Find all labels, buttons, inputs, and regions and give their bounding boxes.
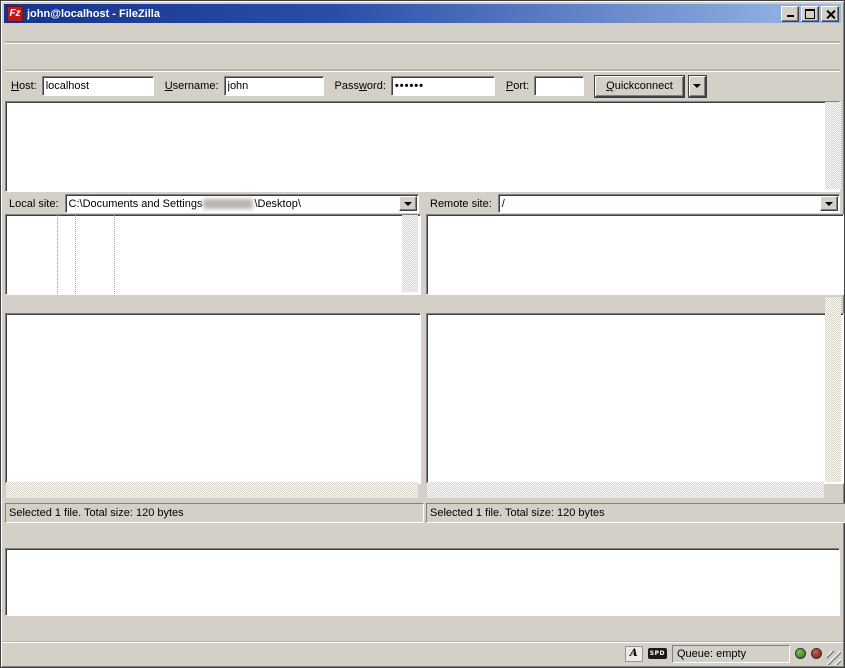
local-file-list-header (5, 296, 419, 313)
remote-selection-status: Selected 1 file. Total size: 120 bytes (430, 507, 605, 519)
remote-path: / (502, 198, 505, 210)
speed-limits-icon[interactable]: SPD (648, 648, 667, 659)
window-controls (781, 6, 839, 22)
transfer-type-ascii-icon[interactable]: A (625, 646, 643, 662)
local-tree-scrollbar[interactable] (402, 215, 418, 292)
remote-file-list (426, 313, 844, 484)
remote-list-hscrollbar[interactable] (427, 482, 824, 498)
local-site-combo-dropdown[interactable] (399, 196, 417, 211)
local-status-bar: Selected 1 file. Total size: 120 bytes (5, 503, 424, 523)
chevron-down-icon (693, 84, 701, 88)
resize-grip[interactable] (827, 651, 841, 665)
tree-guide (57, 215, 58, 294)
username-input[interactable] (224, 76, 324, 96)
quickconnect-bar: Host: Username: Password: Port: Quickcon… (5, 71, 840, 100)
receive-activity-led-icon (811, 648, 822, 659)
transfer-queue-body (5, 548, 840, 616)
toolbar (5, 43, 840, 71)
queue-status-box: Queue: empty (672, 645, 790, 663)
transfer-queue-header (5, 531, 842, 548)
host-label: Host: (11, 80, 37, 92)
quickconnect-dropdown-button[interactable] (689, 76, 706, 97)
titlebar: Fz john@localhost - FileZilla (4, 4, 841, 23)
host-input[interactable] (42, 76, 154, 96)
password-label: Password: (335, 80, 386, 92)
remote-file-list-header (426, 296, 825, 313)
port-label: Port: (506, 80, 529, 92)
log-scrollbar[interactable] (825, 102, 841, 189)
remote-list-scrollbar[interactable] (825, 297, 841, 482)
username-label: Username: (165, 80, 219, 92)
remote-site-row: Remote site: / (428, 194, 840, 213)
send-activity-led-icon (795, 648, 806, 659)
filezilla-window: Fz john@localhost - FileZilla Host: User… (0, 0, 845, 668)
queue-tab-bar (5, 616, 840, 638)
filezilla-app-icon: Fz (7, 6, 23, 22)
remote-directory-tree (426, 214, 844, 295)
queue-status-text: Queue: empty (677, 648, 746, 660)
close-icon (826, 9, 835, 18)
remote-site-combo[interactable]: / (498, 194, 840, 213)
chevron-down-icon (404, 202, 412, 206)
tree-guide (75, 215, 76, 294)
tree-guide (114, 215, 115, 294)
port-input[interactable] (534, 76, 584, 96)
menu-bar (5, 24, 840, 42)
chevron-down-icon (825, 202, 833, 206)
local-file-list (5, 313, 421, 484)
local-list-hscrollbar[interactable] (6, 482, 418, 498)
local-directory-tree (5, 214, 421, 295)
close-button[interactable] (821, 6, 839, 22)
maximize-button[interactable] (801, 6, 819, 22)
quickconnect-button[interactable]: Quickconnect (595, 76, 684, 97)
minimize-icon (787, 8, 794, 17)
remote-site-label: Remote site: (428, 198, 494, 210)
minimize-button[interactable] (781, 6, 799, 22)
local-path-prefix: C:\Documents and Settings (69, 198, 203, 210)
remote-site-combo-dropdown[interactable] (820, 196, 838, 211)
window-title: john@localhost - FileZilla (27, 8, 781, 20)
remote-status-bar: Selected 1 file. Total size: 120 bytes (426, 503, 845, 523)
message-log (5, 101, 840, 192)
redacted-username (203, 199, 253, 209)
password-input[interactable] (391, 76, 495, 96)
local-site-combo[interactable]: C:\Documents and Settings \Desktop\ (65, 194, 419, 213)
local-site-row: Local site: C:\Documents and Settings \De… (7, 194, 419, 213)
local-selection-status: Selected 1 file. Total size: 120 bytes (9, 507, 184, 519)
maximize-icon (805, 9, 815, 19)
status-bar: A SPD Queue: empty (2, 641, 843, 665)
local-site-label: Local site: (7, 198, 61, 210)
local-path-suffix: \Desktop\ (254, 198, 300, 210)
